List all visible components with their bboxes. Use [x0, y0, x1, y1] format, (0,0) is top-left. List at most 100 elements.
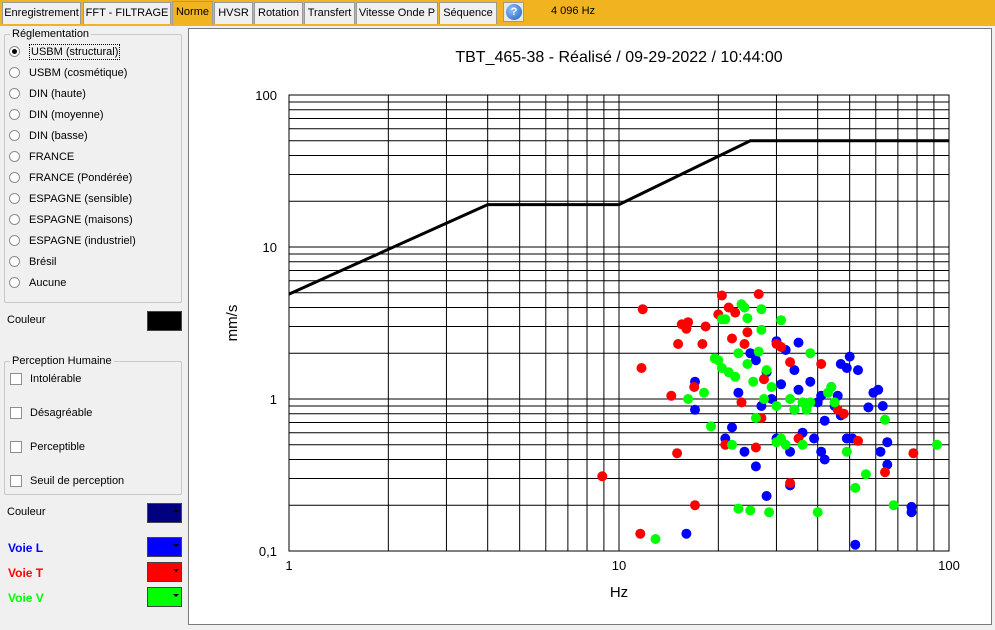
voie-t-point: [776, 342, 787, 352]
voie-l-point: [875, 446, 886, 457]
tab-norme[interactable]: Norme: [172, 1, 213, 25]
voie-v-point: [759, 394, 769, 404]
voie-l-point: [853, 365, 863, 376]
perception-option-label: Perceptible: [30, 441, 86, 453]
checkbox[interactable]: [10, 407, 22, 419]
voie-t-point: [673, 339, 684, 349]
reglementation-option-label: FRANCE: [29, 151, 75, 163]
sample-rate-label: 4 096 Hz: [551, 5, 596, 17]
voie-v-point: [826, 382, 837, 392]
voie-v-point: [932, 439, 942, 450]
radio-button[interactable]: [9, 88, 20, 99]
voie-v-point: [753, 346, 764, 357]
y-tick-label: 10: [263, 240, 277, 255]
x-tick-label: 100: [938, 558, 960, 573]
radio-button[interactable]: [9, 193, 20, 204]
reglementation-option-label: DIN (moyenne): [29, 109, 104, 121]
voie-t-point: [838, 408, 849, 419]
radio-button[interactable]: [9, 151, 20, 162]
norm-color-picker[interactable]: [147, 311, 182, 331]
voie-v-point: [733, 348, 744, 359]
perception-option-label: Désagréable: [30, 407, 93, 419]
tab-hvsr[interactable]: HVSR: [214, 2, 253, 24]
radio-button[interactable]: [9, 109, 20, 120]
voie-v-label: Voie V: [8, 591, 44, 605]
tab-fft-filtrage[interactable]: FFT - FILTRAGE: [83, 2, 171, 24]
reglementation-option-label: DIN (basse): [29, 130, 88, 142]
reglementation-option-label: ESPAGNE (sensible): [29, 193, 133, 205]
voie-v-point: [841, 446, 852, 457]
dropdown-arrow-icon: [173, 544, 179, 547]
voie-l-point: [841, 363, 852, 373]
radio-button[interactable]: [9, 130, 20, 141]
y-tick-label: 0,1: [259, 544, 277, 559]
voie-t-point: [742, 327, 753, 338]
voie-v-point: [756, 324, 767, 335]
reglementation-option-label: Aucune: [29, 277, 67, 289]
reglementation-option-label: Brésil: [29, 256, 57, 268]
voie-t-color-picker[interactable]: [147, 562, 182, 582]
checkbox[interactable]: [10, 441, 22, 453]
dropdown-arrow-icon: [173, 594, 179, 597]
tab-vitesse-onde-p[interactable]: Vitesse Onde P: [356, 2, 438, 24]
radio-button[interactable]: [9, 172, 20, 183]
voie-v-point: [650, 534, 661, 544]
radio-button[interactable]: [9, 46, 20, 57]
tab-sequence[interactable]: Séquence: [439, 2, 497, 24]
voie-v-point: [742, 313, 753, 324]
tab-transfert[interactable]: Transfert: [304, 2, 355, 24]
voie-t-point: [666, 390, 677, 401]
help-button[interactable]: ?: [503, 2, 524, 22]
voie-t-point: [736, 397, 747, 408]
radio-button[interactable]: [9, 277, 20, 288]
voie-v-point: [888, 500, 899, 511]
voie-v-point: [745, 505, 756, 516]
radio-button[interactable]: [9, 256, 20, 267]
voie-t-point: [637, 304, 648, 315]
perception-color-picker[interactable]: [147, 503, 182, 523]
voie-t-point: [690, 500, 700, 511]
radio-button[interactable]: [9, 67, 20, 78]
voie-t-point: [700, 321, 711, 332]
x-tick-label: 1: [285, 558, 292, 573]
tab-rotation[interactable]: Rotation: [254, 2, 303, 24]
voie-t-point: [716, 290, 727, 301]
chart-panel: TBT_465-38 - Réalisé / 09-29-2022 / 10:4…: [188, 28, 992, 625]
voie-t-point: [635, 528, 646, 539]
voie-v-point: [742, 359, 753, 369]
voie-v-point: [756, 304, 767, 315]
voie-l-point: [761, 491, 772, 501]
tab-enregistrement[interactable]: Enregistrement: [2, 2, 81, 24]
voie-v-point: [733, 503, 744, 514]
voie-l-color-picker[interactable]: [147, 537, 182, 557]
voie-t-point: [853, 435, 863, 446]
radio-button[interactable]: [9, 235, 20, 246]
voie-l-point: [809, 433, 820, 444]
voie-t-point: [785, 478, 796, 488]
radio-button[interactable]: [9, 214, 20, 225]
voie-t-point: [739, 339, 750, 349]
voie-l-point: [793, 337, 804, 348]
voie-v-point: [812, 507, 823, 518]
voie-l-label: Voie L: [8, 541, 44, 555]
voie-v-color-picker[interactable]: [147, 587, 182, 607]
checkbox[interactable]: [10, 373, 22, 385]
voie-t-point: [683, 317, 694, 328]
voie-v-point: [720, 314, 731, 325]
y-axis-label: mm/s: [224, 305, 241, 342]
voie-l-point: [873, 384, 884, 395]
voie-t-point: [759, 374, 769, 385]
voie-t-point: [880, 467, 890, 478]
voie-l-point: [727, 422, 737, 433]
voie-t-point: [689, 382, 700, 392]
checkbox[interactable]: [10, 475, 22, 487]
voie-t-point: [636, 363, 647, 373]
voie-l-point: [850, 539, 861, 550]
voie-l-point: [819, 415, 830, 426]
voie-t-point: [597, 471, 608, 482]
norm-color-label: Couleur: [7, 314, 46, 326]
voie-v-point: [739, 302, 750, 313]
x-tick-label: 10: [612, 558, 626, 573]
voie-l-point: [681, 528, 692, 539]
chart-title: TBT_465-38 - Réalisé / 09-29-2022 / 10:4…: [455, 49, 782, 66]
